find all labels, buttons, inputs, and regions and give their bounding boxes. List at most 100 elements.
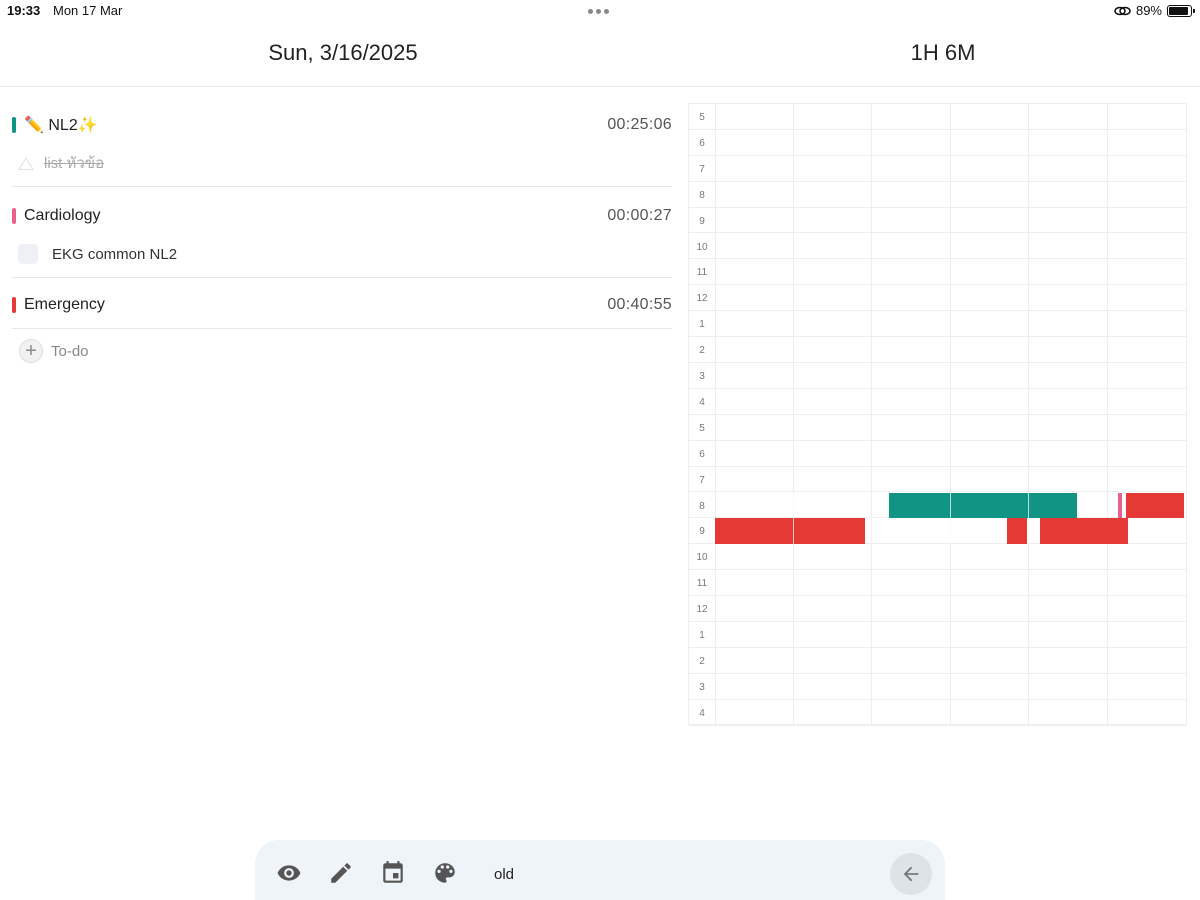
group-title: Emergency (24, 296, 105, 313)
session-block-emergency[interactable] (1040, 518, 1128, 545)
page-date[interactable]: Sun, 3/16/2025 (0, 40, 686, 66)
timeline-hour-row: 1 (689, 311, 1186, 338)
session-block-emergency[interactable] (1007, 518, 1027, 545)
header: Sun, 3/16/2025 1H 6M (0, 22, 1200, 87)
mode-label[interactable]: old (494, 866, 514, 883)
group-title: ✏️ NL2✨ (24, 117, 98, 134)
screen-mirroring-icon (1114, 6, 1131, 15)
timeline-hour-row: 2 (689, 337, 1186, 363)
timeline-hour-row: 4 (689, 389, 1186, 415)
subtask-item[interactable]: EKG common NL2 (12, 239, 672, 269)
hour-label: 5 (699, 112, 705, 123)
back-button[interactable] (890, 853, 932, 895)
hour-label: 1 (699, 630, 705, 641)
grid-column-line (793, 492, 794, 545)
hour-label: 12 (696, 293, 708, 305)
status-date: Mon 17 Mar (53, 3, 123, 18)
timeline-hour-row: 9 (689, 208, 1186, 234)
task-list: ✏️ NL2✨ 00:25:06 list หัวข้อ Cardiology … (12, 100, 672, 373)
bottom-toolbar: old (255, 840, 945, 900)
group-time: 00:25:06 (607, 116, 672, 133)
session-block-emergency[interactable] (1126, 492, 1184, 519)
subtask-item[interactable]: list หัวข้อ (12, 148, 672, 178)
task-group-emergency[interactable]: Emergency 00:40:55 (12, 280, 672, 329)
calendar-icon[interactable] (380, 860, 406, 886)
hour-label: 4 (699, 396, 705, 408)
timeline-hour-row: 7 (689, 156, 1186, 182)
timeline-grid[interactable]: 5 6 7 8 9 10 11 12 1 2 3 4 5 6 7 8 9 10 11 12 1 2 3 4 (688, 103, 1187, 726)
timeline-hour-row: 12 (689, 596, 1186, 622)
group-color-bar (12, 297, 16, 313)
add-todo-button[interactable]: + To-do (12, 329, 672, 373)
hour-label: 6 (699, 137, 705, 149)
battery-icon (1167, 4, 1195, 17)
timeline-hour-row: 10 (689, 234, 1186, 260)
session-block-emergency[interactable] (715, 518, 865, 545)
timeline-hour-row: 5 (689, 104, 1186, 130)
timeline-hour-row: 3 (689, 363, 1186, 389)
hour-label: 12 (696, 604, 708, 616)
timeline-hour-row: 4 (689, 700, 1186, 726)
timeline-hour-row: 12 (689, 285, 1186, 312)
group-time: 00:40:55 (607, 296, 672, 313)
hour-label: 7 (699, 163, 705, 175)
status-bar: 19:33 Mon 17 Mar 89% (0, 0, 1200, 22)
timeline-hour-row: 1 (689, 622, 1186, 648)
timeline-hour-row: 10 (689, 544, 1186, 571)
task-group-nl2[interactable]: ✏️ NL2✨ 00:25:06 list หัวข้อ (12, 100, 672, 187)
timeline-hour-row: 11 (689, 570, 1186, 597)
timeline-hour-row: 2 (689, 648, 1186, 674)
task-group-cardiology[interactable]: Cardiology 00:00:27 EKG common NL2 (12, 191, 672, 278)
hour-label: 4 (699, 707, 705, 719)
grid-column-line (1028, 492, 1029, 545)
plus-icon[interactable]: + (19, 339, 43, 363)
total-duration: 1H 6M (910, 40, 976, 65)
hour-label: 9 (699, 215, 705, 227)
grid-column-line (1107, 104, 1108, 724)
battery-percent: 89% (1135, 3, 1162, 18)
group-color-bar (12, 117, 16, 133)
hour-label: 3 (699, 681, 705, 693)
timeline-hour-row: 6 (689, 441, 1186, 467)
subtask-label: list หัวข้อ (44, 155, 105, 172)
grid-column-line (1028, 104, 1029, 724)
timeline-hour-row: 3 (689, 674, 1186, 700)
hour-label: 8 (699, 500, 705, 512)
group-title: Cardiology (24, 207, 101, 224)
group-color-bar (12, 208, 16, 224)
hour-label: 3 (699, 371, 705, 382)
hour-label: 8 (699, 189, 705, 201)
session-block-nl2[interactable] (889, 492, 1077, 519)
eye-icon[interactable] (276, 860, 302, 886)
hour-label: 2 (699, 345, 705, 357)
timeline-hour-row: 7 (689, 467, 1186, 493)
grid-column-line (950, 104, 951, 724)
arrow-left-icon (903, 866, 919, 882)
hour-label: 11 (696, 578, 708, 590)
grid-column-line (871, 104, 872, 724)
grid-column-line (950, 492, 951, 545)
grid-column-line (715, 104, 716, 724)
timeline-hour-row: 6 (689, 130, 1186, 156)
hour-label: 5 (699, 422, 705, 434)
status-time: 19:33 (7, 3, 41, 18)
subtask-label: EKG common NL2 (52, 245, 178, 263)
palette-icon[interactable] (432, 860, 458, 886)
session-block-cardiology[interactable] (1118, 492, 1122, 519)
todo-label: To-do (51, 342, 89, 360)
timeline-hour-row: 5 (689, 415, 1186, 441)
group-time: 00:00:27 (607, 207, 672, 224)
timeline-hour-row: 8 (689, 182, 1186, 208)
multitasking-dots-icon[interactable] (588, 9, 609, 14)
pencil-icon[interactable] (328, 860, 354, 886)
timeline-hour-row: 11 (689, 259, 1186, 286)
hour-label: 2 (699, 655, 705, 667)
hour-label: 7 (699, 474, 705, 486)
hour-label: 11 (696, 267, 708, 279)
grid-column-line (793, 104, 794, 724)
hour-label: 10 (696, 241, 708, 253)
hour-label: 10 (696, 552, 708, 564)
hour-label: 9 (699, 526, 705, 538)
subtask-checkbox[interactable] (18, 244, 38, 264)
done-triangle-icon[interactable] (18, 156, 34, 170)
